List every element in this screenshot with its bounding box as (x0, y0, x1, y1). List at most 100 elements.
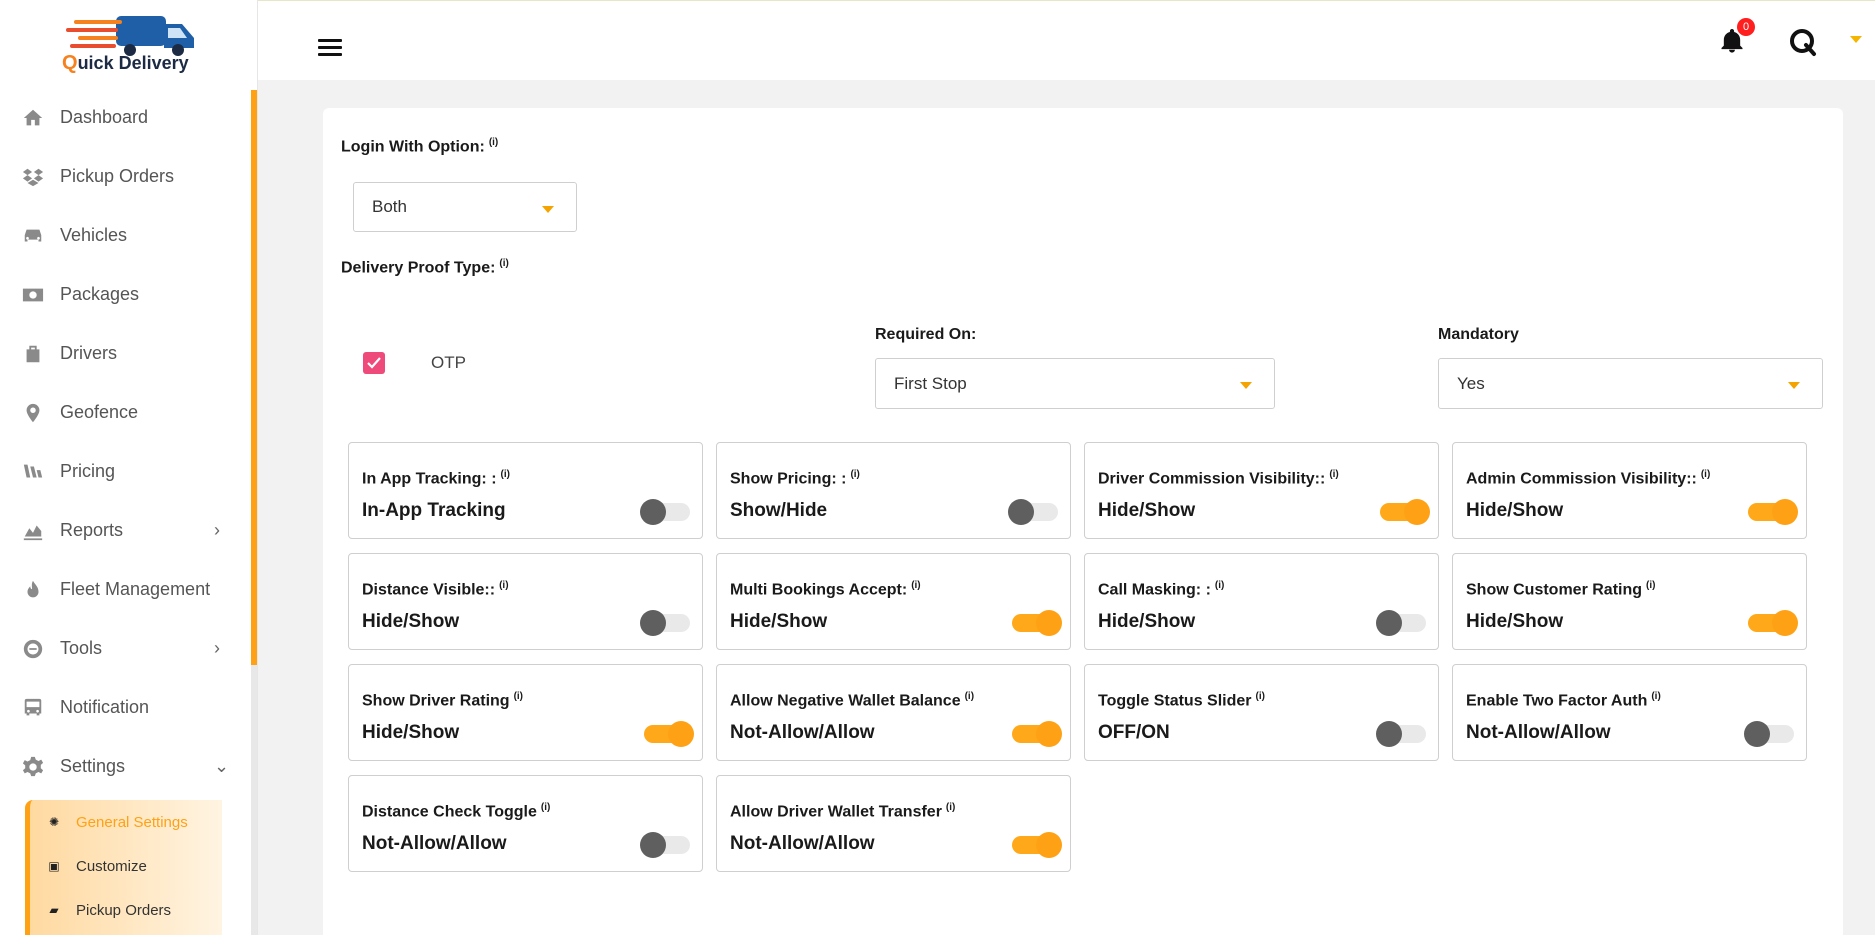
info-icon[interactable]: (i) (501, 469, 510, 480)
info-icon[interactable]: (i) (911, 580, 920, 591)
setting-value: Hide/Show (362, 611, 460, 632)
setting-toggle[interactable] (1376, 610, 1426, 636)
info-icon[interactable]: (i) (1651, 691, 1660, 702)
sidebar-item-fleet-management[interactable]: Fleet Management (0, 560, 250, 619)
info-icon[interactable]: (i) (541, 802, 550, 813)
setting-toggle[interactable] (1744, 721, 1794, 747)
setting-toggle[interactable] (1012, 610, 1062, 636)
setting-tile: Enable Two Factor Auth (i) Not-Allow/Allow (1452, 664, 1807, 761)
sidebar-item-vehicles[interactable]: Vehicles (0, 206, 250, 265)
setting-value: Not-Allow/Allow (730, 722, 875, 743)
sidebar-item-label: Geofence (60, 402, 139, 422)
dropbox-icon (20, 165, 46, 189)
setting-toggle[interactable] (1748, 610, 1798, 636)
setting-toggle[interactable] (1376, 721, 1426, 747)
mandatory-label: Mandatory (1438, 326, 1519, 343)
setting-title: Allow Driver Wallet Transfer (i) (730, 802, 956, 821)
setting-toggle[interactable] (1012, 832, 1062, 858)
setting-title: Toggle Status Slider (i) (1098, 691, 1265, 710)
setting-title: Show Customer Rating (i) (1466, 580, 1656, 599)
sidebar-item-geofence[interactable]: Geofence (0, 383, 250, 442)
setting-value: In-App Tracking (362, 500, 506, 521)
sidebar-scrollbar[interactable] (251, 90, 257, 935)
sidebar-item-notification[interactable]: Notification (0, 678, 250, 737)
setting-value: Hide/Show (1098, 500, 1196, 521)
hamburger-menu-icon[interactable] (318, 39, 342, 59)
sidebar-item-label: Drivers (60, 343, 117, 363)
sidebar-item-label: Settings (60, 756, 126, 776)
info-icon[interactable]: (i) (1701, 469, 1710, 480)
tools-icon (20, 637, 46, 661)
info-icon[interactable]: (i) (946, 802, 955, 813)
chevron-icon: › (214, 638, 220, 658)
setting-toggle[interactable] (1012, 721, 1062, 747)
setting-title: In App Tracking: : (i) (362, 469, 510, 488)
info-icon[interactable]: (i) (965, 691, 974, 702)
setting-tile: Allow Negative Wallet Balance (i) Not-Allo… (716, 664, 1071, 761)
submenu-item-label: Pickup Orders (76, 901, 172, 919)
info-icon[interactable]: (i) (514, 691, 523, 702)
submenu-item-pickup-orders[interactable]: ▰ Pickup Orders (30, 888, 222, 932)
sidebar-item-packages[interactable]: Packages (0, 265, 250, 324)
sidebar-nav: Dashboard Pickup Orders Vehicles Packages Dr… (0, 88, 250, 796)
setting-title: Distance Check Toggle (i) (362, 802, 551, 821)
info-icon[interactable]: (i) (1646, 580, 1655, 591)
setting-tile: Show Driver Rating (i) Hide/Show (348, 664, 703, 761)
sidebar-item-pricing[interactable]: Pricing (0, 442, 250, 501)
general-settings-card: Login With Option: (i) Both Delivery Proo… (323, 108, 1843, 935)
sidebar-item-tools[interactable]: Tools › (0, 619, 250, 678)
setting-value: Hide/Show (730, 611, 828, 632)
submenu-item-general-settings[interactable]: ✺ General Settings (30, 800, 222, 844)
setting-tile: Show Customer Rating (i) Hide/Show (1452, 553, 1807, 650)
settings-submenu: ✺ General Settings ▣ Customize ▰ Pickup Order… (25, 800, 222, 935)
chevron-down-icon (1788, 382, 1800, 389)
info-icon[interactable]: (i) (1215, 580, 1224, 591)
money-icon (20, 283, 46, 307)
setting-title: Allow Negative Wallet Balance (i) (730, 691, 975, 710)
setting-value: Not-Allow/Allow (730, 833, 875, 854)
setting-tile: Show Pricing: : (i) Show/Hide (716, 442, 1071, 539)
setting-tile: In App Tracking: : (i) In-App Tracking (348, 442, 703, 539)
setting-tile: Distance Visible:: (i) Hide/Show (348, 553, 703, 650)
otp-checkbox[interactable] (363, 352, 385, 374)
setting-tile: Allow Driver Wallet Transfer (i) Not-Allow… (716, 775, 1071, 872)
sidebar-item-settings[interactable]: Settings ⌄ (0, 737, 250, 796)
required-on-select[interactable]: First Stop (875, 358, 1275, 409)
setting-title: Multi Bookings Accept: (i) (730, 580, 921, 599)
sidebar-item-drivers[interactable]: Drivers (0, 324, 250, 383)
profile-dropdown-caret[interactable] (1850, 36, 1862, 43)
fire-icon (20, 578, 46, 602)
info-icon[interactable]: (i) (499, 258, 508, 269)
submenu-item-customize[interactable]: ▣ Customize (30, 844, 222, 888)
setting-toggle[interactable] (640, 832, 690, 858)
sidebar-item-reports[interactable]: Reports › (0, 501, 250, 560)
sidebar-item-label: Pricing (60, 461, 116, 481)
setting-title: Driver Commission Visibility:: (i) (1098, 469, 1339, 488)
mandatory-select[interactable]: Yes (1438, 358, 1823, 409)
setting-title: Show Driver Rating (i) (362, 691, 524, 710)
login-option-select[interactable]: Both (353, 182, 577, 232)
setting-value: Show/Hide (730, 500, 828, 521)
setting-tile: Toggle Status Slider (i) OFF/ON (1084, 664, 1439, 761)
sidebar-item-pickup-orders[interactable]: Pickup Orders (0, 147, 250, 206)
setting-tile: Distance Check Toggle (i) Not-Allow/Allow (348, 775, 703, 872)
setting-toggle[interactable] (640, 499, 690, 525)
info-icon[interactable]: (i) (499, 580, 508, 591)
info-icon[interactable]: (i) (1329, 469, 1338, 480)
info-icon[interactable]: (i) (489, 137, 498, 148)
avatar[interactable] (1788, 27, 1818, 57)
setting-toggle[interactable] (1380, 499, 1430, 525)
setting-toggle[interactable] (1008, 499, 1058, 525)
sidebar-item-label: Dashboard (60, 107, 149, 127)
setting-tile: Multi Bookings Accept: (i) Hide/Show (716, 553, 1071, 650)
sidebar-item-dashboard[interactable]: Dashboard (0, 88, 250, 147)
setting-toggle[interactable] (1748, 499, 1798, 525)
setting-value: Hide/Show (1466, 611, 1564, 632)
info-icon[interactable]: (i) (850, 469, 859, 480)
setting-toggle[interactable] (640, 610, 690, 636)
setting-tile: Driver Commission Visibility:: (i)Hide/Sh… (1084, 442, 1439, 539)
required-on-label: Required On: (875, 326, 977, 343)
setting-toggle[interactable] (644, 721, 694, 747)
sidebar-item-label: Packages (60, 284, 140, 304)
info-icon[interactable]: (i) (1256, 691, 1265, 702)
